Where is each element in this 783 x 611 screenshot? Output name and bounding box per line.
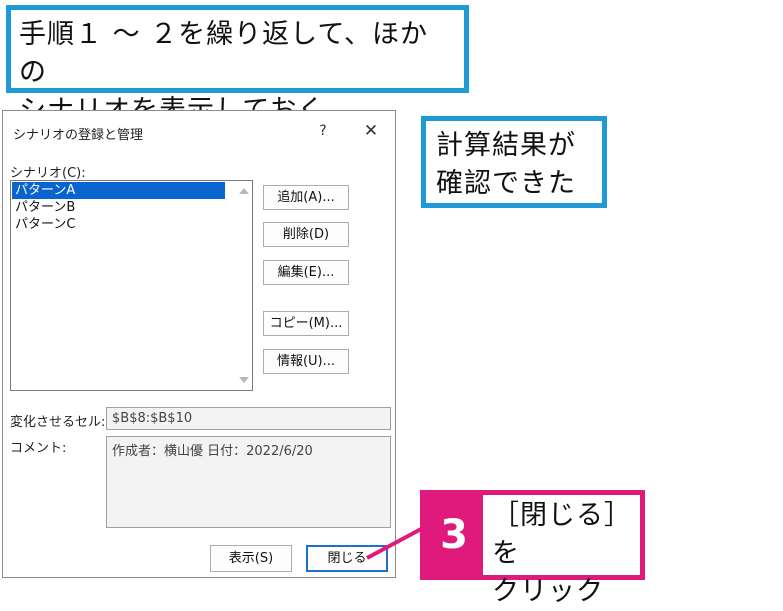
step-line-1: ［閉じる］を [492,500,632,569]
step-number: 3 [425,495,483,575]
pointer-line [366,526,424,560]
step-text: ［閉じる］を クリック [492,497,640,611]
step-callout: 3 ［閉じる］を クリック [420,490,645,607]
step-line-2: クリック [492,576,604,607]
